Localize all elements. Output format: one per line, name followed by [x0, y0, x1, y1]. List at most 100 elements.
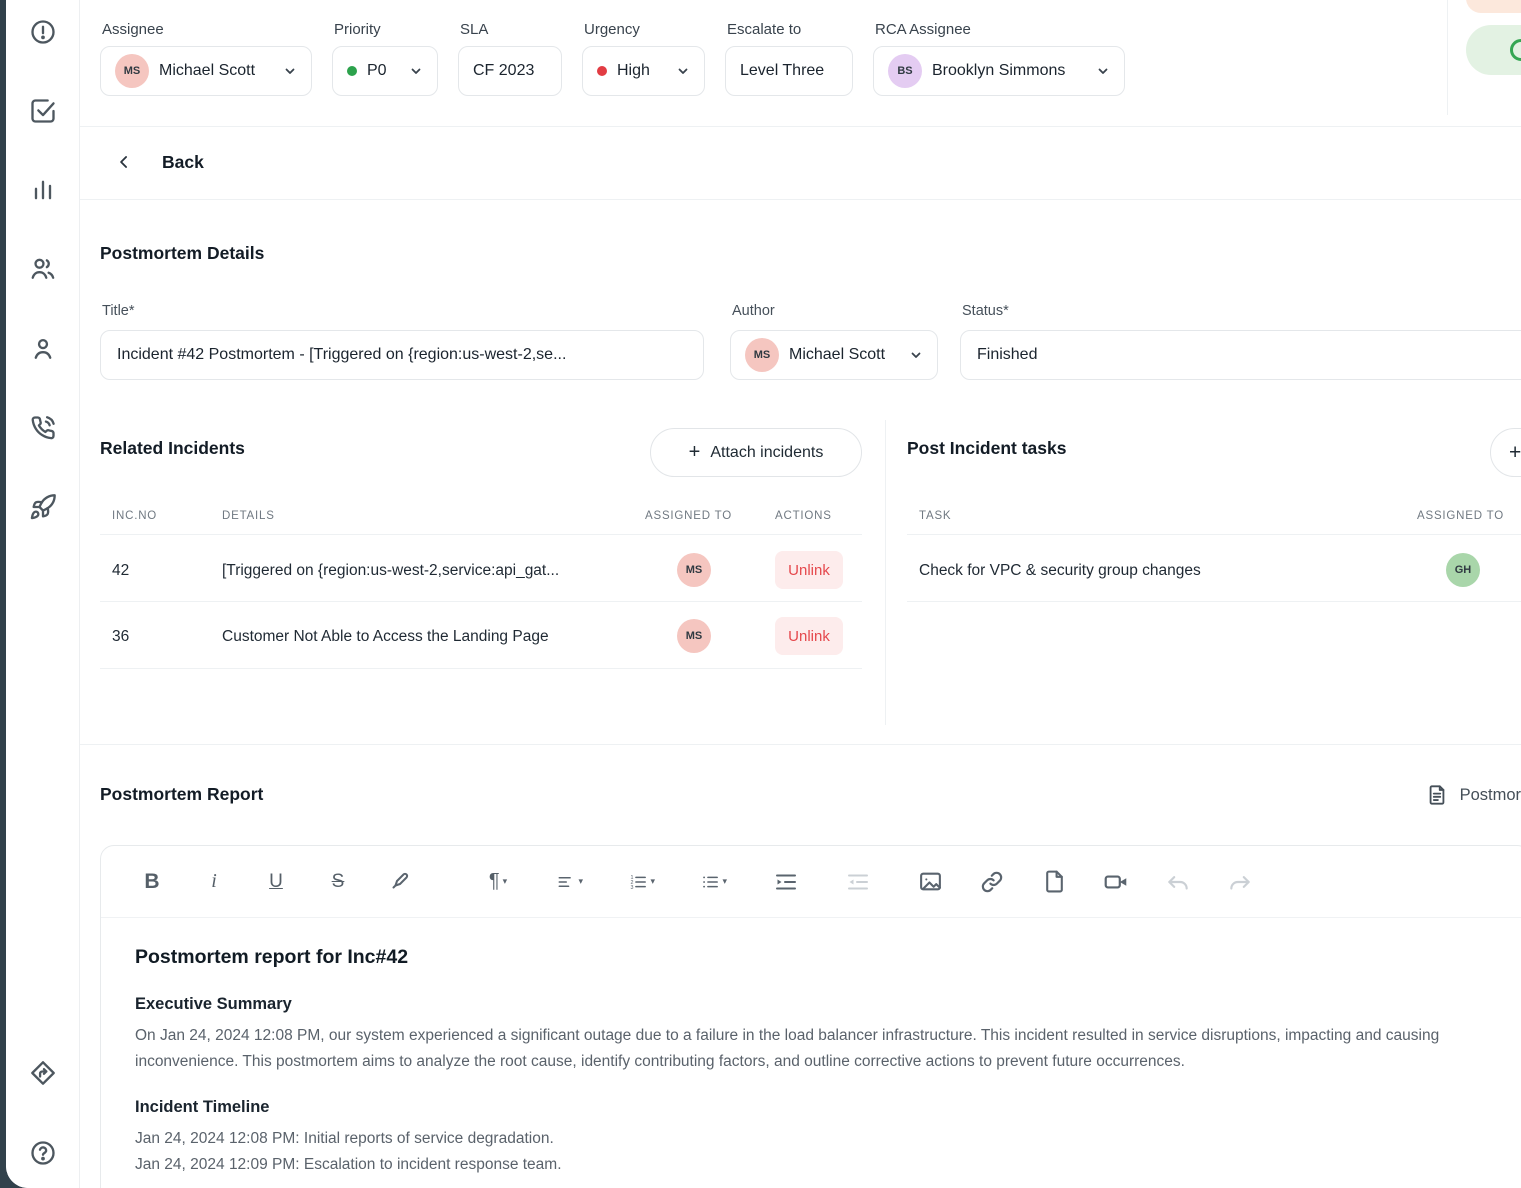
chevron-down-icon — [676, 64, 690, 78]
avatar: BS — [888, 54, 922, 88]
col-actions: ACTIONS — [775, 510, 832, 522]
redo-icon[interactable] — [1227, 869, 1253, 895]
help-circle-icon[interactable] — [28, 1138, 58, 1168]
avatar: MS — [115, 54, 149, 88]
urgency-value: High — [617, 62, 650, 80]
insert-link-icon[interactable] — [979, 869, 1005, 895]
ordered-list-dropdown[interactable]: 123▾ — [629, 869, 655, 895]
getting-started-rocket-icon[interactable] — [28, 492, 58, 522]
underline-icon[interactable]: U — [263, 869, 289, 895]
priority-value: P0 — [367, 62, 387, 80]
col-task: TASK — [919, 510, 951, 522]
topbar-divider — [1447, 0, 1448, 115]
postmortem-details-heading: Postmortem Details — [100, 243, 264, 264]
main-area: Assignee MS Michael Scott Priority P0 — [80, 0, 1521, 1188]
back-button[interactable]: Back — [162, 152, 204, 173]
escalate-field: Escalate to Level Three — [725, 21, 853, 96]
sla-value-box[interactable]: CF 2023 — [458, 46, 562, 96]
undo-icon[interactable] — [1165, 869, 1191, 895]
table-divider — [907, 534, 1521, 535]
priority-select[interactable]: P0 — [332, 46, 438, 96]
assignee-select[interactable]: MS Michael Scott — [100, 46, 312, 96]
details-cell: Customer Not Able to Access the Landing … — [222, 628, 549, 646]
row-divider — [100, 668, 862, 669]
align-dropdown[interactable]: ▾ — [557, 869, 583, 895]
partial-pill-peach[interactable] — [1466, 0, 1521, 13]
rca-assignee-select[interactable]: BS Brooklyn Simmons — [873, 46, 1125, 96]
back-chevron-icon[interactable] — [114, 152, 134, 177]
status-input[interactable] — [960, 330, 1521, 380]
paragraph-glyph: ¶ — [489, 870, 500, 893]
highlighter-icon[interactable] — [387, 869, 413, 895]
bullet-list-dropdown[interactable]: ▾ — [701, 869, 727, 895]
add-task-button[interactable]: + — [1490, 428, 1521, 477]
svg-text:3: 3 — [631, 884, 634, 890]
details-cell: [Triggered on {region:us-west-2,service:… — [222, 562, 559, 580]
editor-content[interactable]: Postmortem report for Inc#42 Executive S… — [101, 918, 1521, 1178]
incidents-alert-circle-icon[interactable] — [28, 17, 58, 47]
escalate-label: Escalate to — [727, 21, 853, 38]
caret-down-icon: ▾ — [722, 876, 727, 887]
partial-pill-green[interactable] — [1466, 25, 1521, 75]
report-title: Postmortem report for Inc#42 — [135, 946, 1496, 969]
priority-label: Priority — [334, 21, 438, 38]
strikethrough-icon[interactable]: S — [325, 869, 351, 895]
indent-icon[interactable] — [773, 869, 799, 895]
urgency-field: Urgency High — [582, 21, 705, 96]
col-assigned-to: ASSIGNED TO — [1417, 510, 1504, 522]
product-tour-signpost-icon[interactable] — [28, 1058, 58, 1088]
insert-image-icon[interactable] — [917, 869, 943, 895]
back-row: Back — [80, 127, 1521, 200]
caret-down-icon: ▾ — [578, 876, 583, 887]
unlink-button[interactable]: Unlink — [775, 617, 843, 655]
editor-toolbar: B i U S ¶▾ ▾ 123▾ ▾ — [101, 846, 1521, 918]
rca-assignee-value: Brooklyn Simmons — [932, 62, 1065, 80]
attach-incidents-label: Attach incidents — [710, 444, 823, 462]
plus-icon: + — [689, 441, 701, 464]
row-divider — [100, 601, 862, 602]
incident-attributes-bar: Assignee MS Michael Scott Priority P0 — [80, 0, 1521, 127]
inc-no-cell: 42 — [112, 562, 129, 580]
italic-icon[interactable]: i — [201, 869, 227, 895]
timeline-entry: Jan 24, 2024 12:08 PM: Initial reports o… — [135, 1126, 1496, 1152]
call-routing-phone-icon[interactable] — [28, 413, 58, 443]
insert-file-icon[interactable] — [1041, 869, 1067, 895]
urgency-label: Urgency — [584, 21, 705, 38]
title-input[interactable] — [100, 330, 704, 380]
teams-users-icon[interactable] — [28, 254, 58, 284]
avatar: GH — [1446, 553, 1480, 587]
paragraph-style-dropdown[interactable]: ¶▾ — [485, 869, 511, 895]
bold-icon[interactable]: B — [139, 869, 165, 895]
section-divider — [80, 744, 1521, 745]
assignee-label: Assignee — [102, 21, 312, 38]
author-select[interactable]: MS Michael Scott — [730, 330, 938, 380]
sla-value: CF 2023 — [473, 62, 534, 80]
chevron-down-icon — [409, 64, 423, 78]
urgency-select[interactable]: High — [582, 46, 705, 96]
attach-incidents-button[interactable]: + Attach incidents — [650, 428, 862, 477]
author-value: Michael Scott — [789, 346, 885, 364]
escalate-value-box[interactable]: Level Three — [725, 46, 853, 96]
avatar: MS — [677, 553, 711, 587]
assignee-field: Assignee MS Michael Scott — [100, 21, 312, 96]
inc-no-cell: 36 — [112, 628, 129, 646]
exec-summary-heading: Executive Summary — [135, 995, 1496, 1014]
task-cell: Check for VPC & security group changes — [919, 562, 1201, 580]
status-label: Status* — [962, 303, 1009, 319]
related-incidents-heading: Related Incidents — [100, 438, 245, 459]
unlink-button[interactable]: Unlink — [775, 551, 843, 589]
row-divider — [907, 601, 1521, 602]
postmortem-report-heading: Postmortem Report — [100, 784, 263, 805]
analytics-bar-chart-icon[interactable] — [28, 175, 58, 205]
col-inc-no: INC.NO — [112, 510, 157, 522]
sla-label: SLA — [460, 21, 562, 38]
tasks-check-square-icon[interactable] — [28, 96, 58, 126]
chevron-down-icon — [909, 348, 923, 362]
insert-video-icon[interactable] — [1103, 869, 1129, 895]
postmortem-template-link[interactable]: Postmor — [1426, 784, 1521, 806]
users-user-icon[interactable] — [28, 334, 58, 364]
outdent-icon[interactable] — [845, 869, 871, 895]
panel-divider — [885, 420, 886, 725]
avatar: MS — [677, 619, 711, 653]
status-ring-icon — [1510, 39, 1521, 61]
